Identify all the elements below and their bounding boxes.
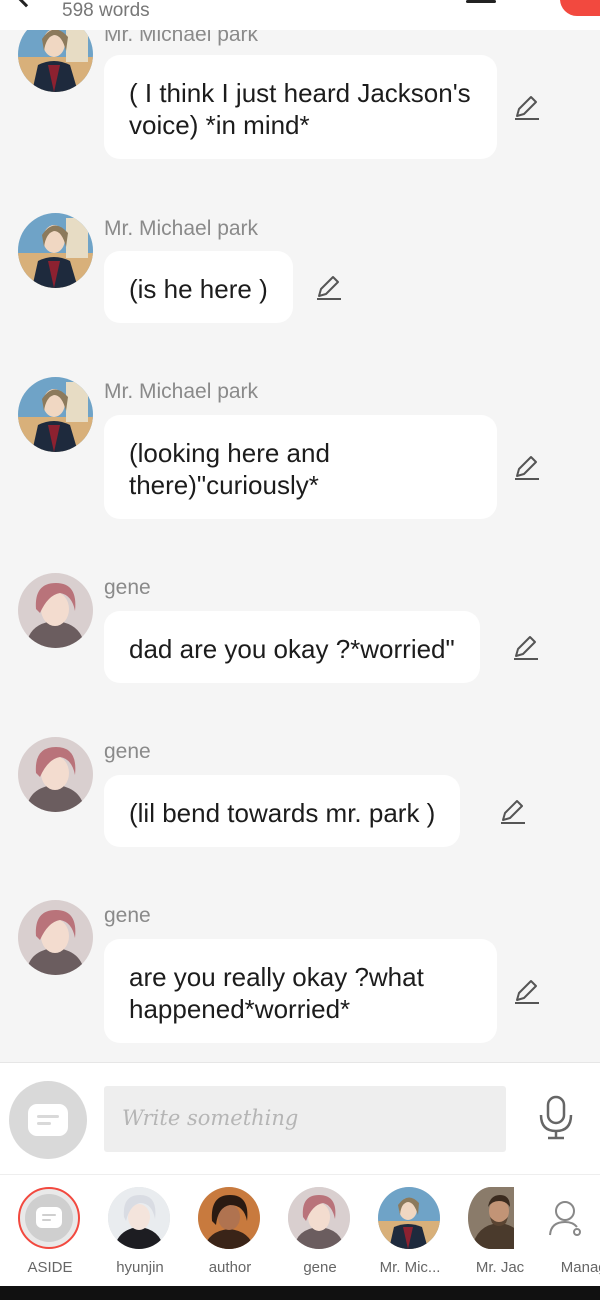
character-label: hyunjin [116, 1259, 164, 1276]
manage-user-icon [549, 1201, 581, 1236]
message-bubble[interactable]: (looking here and there)"curiously* [104, 415, 497, 519]
message-text: are you really okay ?what happened*worri… [129, 962, 424, 1024]
edit-icon[interactable] [511, 632, 541, 662]
chat-bubble-icon [28, 1104, 68, 1136]
edit-icon[interactable] [512, 976, 542, 1006]
sender-name: gene [104, 904, 151, 927]
aside-avatar [18, 1187, 80, 1249]
message-bubble[interactable]: ( I think I just heard Jackson's voice) … [104, 55, 497, 159]
character-label: Mr. Mic... [379, 1259, 441, 1276]
message-bubble[interactable]: are you really okay ?what happened*worri… [104, 939, 497, 1043]
edit-icon[interactable] [498, 796, 528, 826]
avatar [378, 1187, 440, 1249]
character-label: Manage [560, 1259, 600, 1276]
message-bubble[interactable]: dad are you okay ?*worried" [104, 611, 480, 683]
avatar [198, 1187, 260, 1249]
avatar [108, 1187, 170, 1249]
sender-name: gene [104, 740, 151, 763]
character-bar: ASIDE hyunjin author gene Mr. Mic... Mr.… [0, 1174, 600, 1286]
chat-bubble-icon [36, 1207, 62, 1228]
edit-icon[interactable] [512, 92, 542, 122]
character-tab-michael[interactable]: Mr. Mic... [362, 1187, 452, 1283]
sender-name: Mr. Michael park [104, 380, 259, 403]
avatar [468, 1187, 514, 1249]
word-count: 598 words [62, 0, 150, 21]
message-bubble[interactable]: (is he here ) [104, 251, 293, 323]
character-label: gene [303, 1259, 337, 1276]
system-nav-bar [0, 1286, 600, 1300]
avatar[interactable] [18, 737, 93, 812]
avatar[interactable] [18, 900, 93, 975]
message-text: (lil bend towards mr. park ) [129, 798, 436, 828]
publish-button[interactable] [560, 0, 600, 16]
character-tab-hyunjin[interactable]: hyunjin [92, 1187, 182, 1283]
character-tab-author[interactable]: author [182, 1187, 272, 1283]
avatar[interactable] [18, 213, 93, 288]
edit-icon[interactable] [314, 272, 344, 302]
chat-thread: Mr. Michael park ( I think I just heard … [0, 30, 600, 1062]
message-text: (is he here ) [129, 274, 268, 304]
character-label: author [208, 1259, 252, 1276]
edit-icon[interactable] [512, 452, 542, 482]
composer-bar: Write something [0, 1062, 600, 1174]
message-bubble[interactable]: (lil bend towards mr. park ) [104, 775, 461, 847]
message-text: (looking here and there)"curiously* [129, 438, 330, 500]
message-input[interactable]: Write something [104, 1086, 506, 1152]
message-text: dad are you okay ?*worried" [129, 634, 455, 664]
character-tab-aside[interactable]: ASIDE [2, 1187, 92, 1283]
microphone-icon[interactable] [536, 1095, 576, 1141]
character-label: ASIDE [27, 1259, 73, 1276]
manage-characters-button[interactable]: Manage [525, 1187, 600, 1283]
avatar[interactable] [18, 30, 93, 92]
aside-toggle-button[interactable] [9, 1081, 87, 1159]
avatar[interactable] [18, 377, 93, 452]
avatar[interactable] [18, 573, 93, 648]
back-arrow-icon[interactable] [14, 0, 38, 8]
sender-name: Mr. Michael park [104, 30, 259, 46]
avatar [288, 1187, 350, 1249]
sender-name: gene [104, 576, 151, 599]
message-text: ( I think I just heard Jackson's voice) … [129, 78, 471, 140]
sender-name: Mr. Michael park [104, 217, 259, 240]
top-bar: 598 words [0, 0, 600, 30]
character-tab-gene[interactable]: gene [272, 1187, 362, 1283]
list-icon[interactable] [466, 0, 496, 5]
